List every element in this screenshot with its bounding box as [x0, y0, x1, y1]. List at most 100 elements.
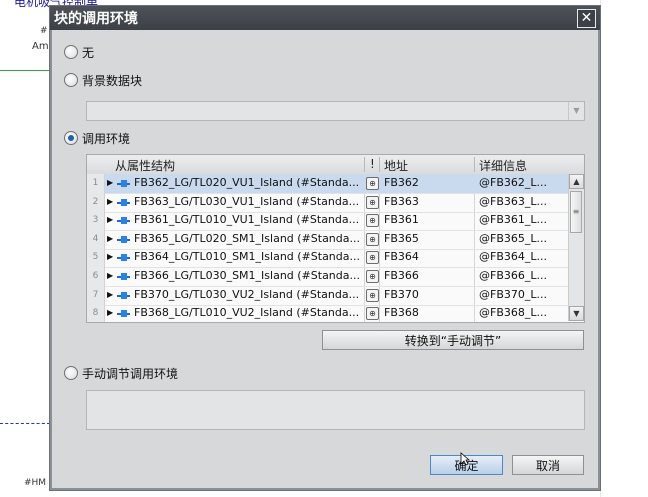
block-details: @FB368_L... — [479, 306, 547, 320]
call-environment-dialog: 块的调用环境 ✕ 无 背景数据块 ▼ 调用环境 从属性结构 ! 地址 详细信息 — [50, 6, 600, 490]
expand-arrow-icon[interactable]: ▶ — [107, 308, 113, 317]
table-header: 从属性结构 ! 地址 详细信息 — [87, 155, 584, 175]
block-details: @FB366_L... — [479, 269, 547, 282]
block-address: FB362 — [384, 176, 419, 189]
block-structure-name: FB362_LG/TL020_VU1_Island (#Standa... — [134, 176, 360, 189]
dialog-titlebar[interactable]: 块的调用环境 ✕ — [50, 6, 600, 30]
function-block-icon — [117, 254, 130, 262]
background-hash-label: # — [40, 26, 48, 36]
block-address: FB361 — [384, 213, 419, 227]
reference-icon: ⊕ — [366, 307, 379, 321]
reference-icon: ⊕ — [366, 214, 379, 228]
block-structure-name: FB365_LG/TL020_SM1_Island (#Standa... — [134, 231, 360, 245]
dialog-body: 无 背景数据块 ▼ 调用环境 从属性结构 ! 地址 详细信息 1 ▶ FB362_L — [52, 30, 598, 488]
scroll-thumb[interactable]: ≡ — [570, 191, 582, 233]
instance-db-select[interactable]: ▼ — [86, 101, 585, 121]
radio-none[interactable] — [64, 45, 78, 59]
table-row[interactable]: 2 ▶ FB363_LG/TL030_VU1_Island (#Standa... ⊕… — [87, 192, 568, 213]
reference-icon: ⊕ — [366, 232, 379, 246]
block-address: FB366 — [384, 269, 419, 282]
table-scrollbar[interactable]: ▲ ≡ ▼ — [568, 174, 584, 321]
table-row[interactable]: 4 ▶ FB365_LG/TL020_SM1_Island (#Standa... ⊕… — [87, 229, 568, 250]
row-number: 8 — [87, 304, 105, 322]
expand-arrow-icon[interactable]: ▶ — [107, 252, 113, 261]
radio-none-label[interactable]: 无 — [82, 44, 94, 61]
close-icon: ✕ — [580, 10, 593, 26]
radio-call-environment[interactable] — [64, 131, 78, 145]
block-address: FB364 — [384, 250, 419, 264]
block-structure-name: FB364_LG/TL010_SM1_Island (#Standa... — [134, 250, 360, 264]
expand-arrow-icon[interactable]: ▶ — [107, 234, 113, 243]
table-row[interactable]: 6 ▶ FB366_LG/TL030_SM1_Island (#Standa... ⊕… — [87, 267, 568, 287]
chevron-down-icon[interactable]: ▼ — [568, 102, 584, 120]
column-header-details[interactable]: 详细信息 — [479, 157, 527, 174]
cancel-button[interactable]: 取消 — [512, 455, 584, 475]
dialog-title: 块的调用环境 — [54, 11, 138, 27]
row-number: 7 — [87, 285, 105, 305]
column-separator — [379, 157, 380, 172]
expand-arrow-icon[interactable]: ▶ — [107, 197, 113, 206]
block-details: @FB370_L... — [479, 287, 547, 301]
row-number: 2 — [87, 192, 105, 212]
block-structure-name: FB363_LG/TL030_VU1_Island (#Standa... — [134, 194, 360, 208]
table-row[interactable]: 5 ▶ FB364_LG/TL010_SM1_Island (#Standa... ⊕… — [87, 248, 568, 269]
block-details: @FB365_L... — [479, 231, 547, 245]
close-button[interactable]: ✕ — [577, 9, 596, 28]
row-number: 5 — [87, 248, 105, 268]
reference-icon: ⊕ — [366, 270, 379, 283]
block-details: @FB361_L... — [479, 213, 547, 227]
reference-icon: ⊕ — [366, 177, 379, 190]
block-structure-name: FB361_LG/TL010_VU1_Island (#Standa... — [134, 213, 360, 227]
radio-manual-environment-label[interactable]: 手动调节调用环境 — [82, 365, 178, 382]
reference-icon: ⊕ — [366, 288, 379, 302]
background-dashed-line — [0, 423, 50, 424]
block-address: FB363 — [384, 194, 419, 208]
function-block-icon — [117, 235, 130, 243]
convert-to-manual-button[interactable]: 转换到“手动调节” — [322, 330, 584, 350]
column-separator — [364, 157, 365, 172]
background-connection-line — [0, 70, 50, 71]
scroll-down-button[interactable]: ▼ — [569, 306, 584, 321]
column-separator — [474, 157, 475, 172]
mouse-cursor-icon — [460, 452, 470, 466]
row-number: 6 — [87, 267, 105, 286]
background-am-label: Am — [32, 41, 49, 52]
radio-instance-db-label[interactable]: 背景数据块 — [82, 72, 142, 89]
expand-arrow-icon[interactable]: ▶ — [107, 178, 113, 187]
function-block-icon — [117, 273, 130, 280]
function-block-icon — [117, 310, 130, 318]
column-header-flag[interactable]: ! — [370, 157, 375, 171]
radio-manual-environment[interactable] — [64, 366, 78, 380]
function-block-icon — [117, 217, 130, 225]
block-structure-name: FB370_LG/TL030_VU2_Island (#Standa... — [134, 287, 360, 301]
row-number: 1 — [87, 174, 105, 193]
block-details: @FB364_L... — [479, 250, 547, 264]
expand-arrow-icon[interactable]: ▶ — [107, 271, 113, 280]
block-address: FB365 — [384, 231, 419, 245]
column-header-structure[interactable]: 从属性结构 — [115, 157, 175, 174]
column-header-address[interactable]: 地址 — [384, 157, 408, 174]
radio-instance-db[interactable] — [64, 73, 78, 87]
row-number: 3 — [87, 211, 105, 231]
expand-arrow-icon[interactable]: ▶ — [107, 290, 113, 299]
scroll-up-button[interactable]: ▲ — [569, 174, 584, 189]
function-block-icon — [117, 291, 130, 299]
block-address: FB368 — [384, 306, 419, 320]
reference-icon: ⊕ — [366, 251, 379, 265]
function-block-icon — [117, 198, 130, 206]
function-block-icon — [117, 180, 130, 187]
manual-environment-field[interactable] — [86, 390, 585, 430]
background-divider — [600, 0, 601, 497]
row-number: 4 — [87, 229, 105, 249]
block-structure-name: FB368_LG/TL010_VU2_Island (#Standa... — [134, 306, 360, 320]
expand-arrow-icon[interactable]: ▶ — [107, 215, 113, 224]
table-row[interactable]: 8 ▶ FB368_LG/TL010_VU2_Island (#Standa... ⊕… — [87, 304, 568, 322]
call-structure-table: 从属性结构 ! 地址 详细信息 1 ▶ FB362_LG/TL020_VU1_Isl… — [86, 154, 585, 323]
table-row[interactable]: 3 ▶ FB361_LG/TL010_VU1_Island (#Standa... ⊕… — [87, 211, 568, 232]
table-row[interactable]: 7 ▶ FB370_LG/TL030_VU2_Island (#Standa... ⊕… — [87, 285, 568, 306]
block-structure-name: FB366_LG/TL030_SM1_Island (#Standa... — [134, 269, 360, 282]
table-row[interactable]: 1 ▶ FB362_LG/TL020_VU1_Island (#Standa... ⊕… — [87, 174, 568, 194]
background-bottom-label: #HM — [24, 478, 47, 488]
reference-icon: ⊕ — [366, 195, 379, 209]
radio-call-environment-label[interactable]: 调用环境 — [82, 130, 130, 147]
